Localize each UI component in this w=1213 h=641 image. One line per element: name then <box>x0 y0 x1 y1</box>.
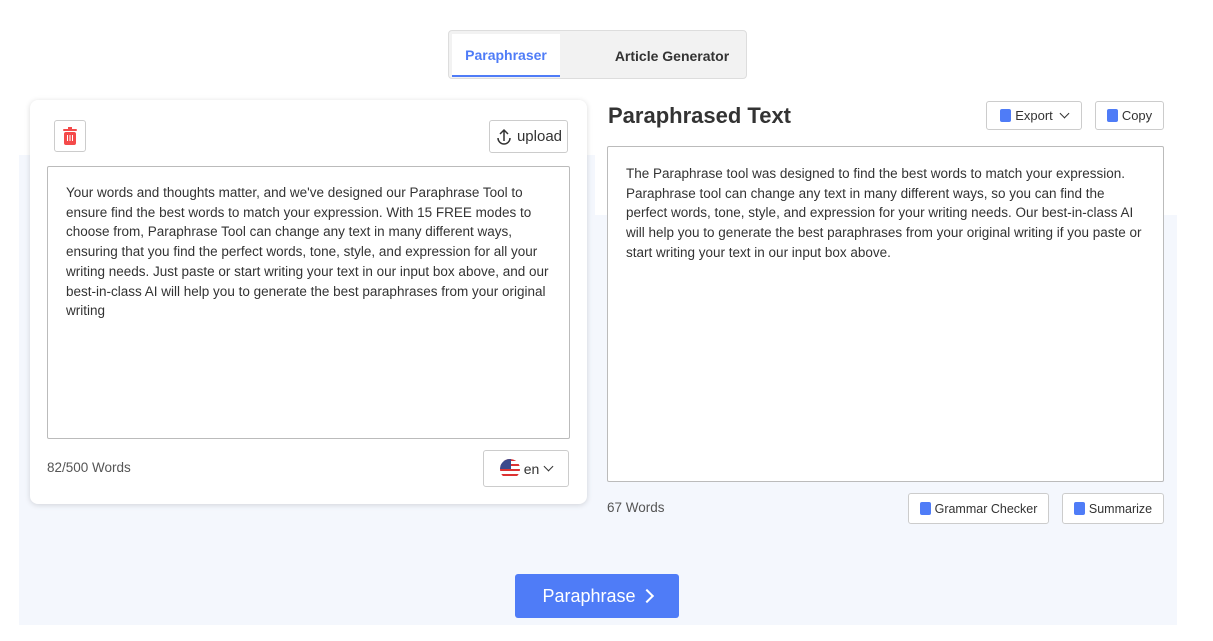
paraphrase-button[interactable]: Paraphrase <box>515 574 679 618</box>
output-title: Paraphrased Text <box>608 103 792 128</box>
grammar-checker-label: Grammar Checker <box>934 501 1038 516</box>
input-word-count: 82/500 Words <box>47 460 131 475</box>
summarize-label: Summarize <box>1088 501 1153 516</box>
output-text: The Paraphrase tool was designed to find… <box>607 146 1164 482</box>
tab-article-generator[interactable]: Article Generator <box>599 34 745 77</box>
copy-button[interactable]: Copy <box>1095 101 1164 130</box>
export-label: Export <box>1015 108 1053 123</box>
language-label: en <box>523 460 540 477</box>
copy-icon <box>1073 502 1085 515</box>
copy-label: Copy <box>1121 108 1153 123</box>
trash-icon <box>63 127 77 145</box>
export-button[interactable]: Export <box>986 101 1082 130</box>
grammar-checker-button[interactable]: Grammar Checker <box>908 493 1049 524</box>
mode-tabs: Paraphraser Article Generator <box>448 30 747 79</box>
delete-button[interactable] <box>54 120 86 152</box>
chevron-down-icon <box>543 461 554 472</box>
summarize-button[interactable]: Summarize <box>1062 493 1164 524</box>
copy-icon <box>919 502 931 515</box>
chevron-down-icon <box>1059 108 1070 119</box>
tab-paraphraser[interactable]: Paraphraser <box>452 34 560 77</box>
chevron-right-icon <box>639 588 654 604</box>
paraphrase-label: Paraphrase <box>542 585 636 606</box>
copy-icon <box>1106 109 1118 122</box>
output-word-count: 67 Words <box>607 500 665 515</box>
input-card: upload Your words and thoughts matter, a… <box>30 100 587 504</box>
upload-button[interactable]: upload <box>489 120 568 153</box>
document-icon <box>1000 109 1012 122</box>
upload-icon <box>497 128 511 145</box>
us-flag-icon <box>499 458 520 479</box>
language-select[interactable]: en <box>483 450 569 487</box>
upload-label: upload <box>516 128 563 145</box>
input-textarea[interactable]: Your words and thoughts matter, and we'v… <box>47 166 570 439</box>
